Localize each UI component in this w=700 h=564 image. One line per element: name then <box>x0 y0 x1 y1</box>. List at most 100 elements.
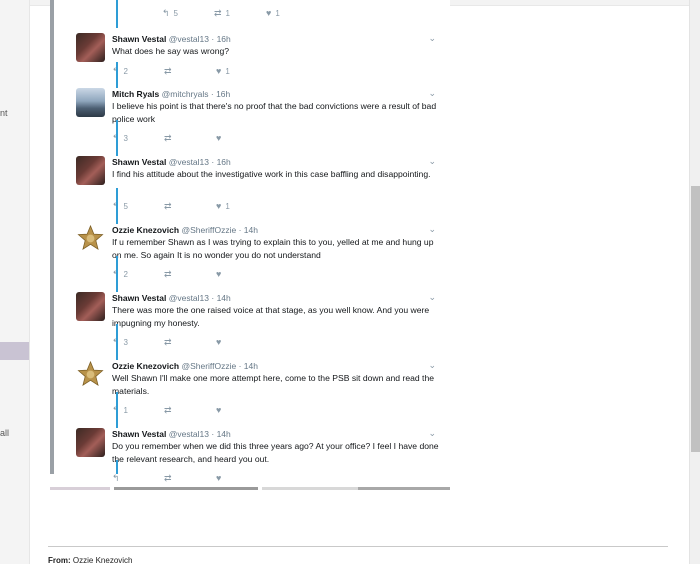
reply-icon: ↰ <box>112 473 120 483</box>
heart-icon: ♥ <box>216 473 222 483</box>
sheriff-star-avatar[interactable] <box>76 360 105 389</box>
tweet[interactable]: Shawn Vestal @vestal13 · 14h ⌄ Do you re… <box>76 428 439 489</box>
tweet-time[interactable]: · 14h <box>211 293 230 303</box>
shawn-avatar[interactable] <box>76 156 105 185</box>
shawn-avatar[interactable] <box>76 33 105 62</box>
author-name[interactable]: Ozzie Knezovich <box>112 225 179 235</box>
like-button[interactable]: ♥ <box>216 405 225 415</box>
tweet[interactable]: Mitch Ryals @mitchryals · 16h ⌄ I believ… <box>76 88 436 154</box>
retweet-icon: ⇄ <box>164 133 172 143</box>
tweet-text: There was more the one raised voice at t… <box>112 305 430 328</box>
chevron-down-icon[interactable]: ⌄ <box>428 224 436 235</box>
retweet-icon: ⇄ <box>164 201 172 211</box>
tweet-header: Shawn Vestal @vestal13 · 16h <box>112 157 231 167</box>
retweet-icon: ⇄ <box>164 473 172 483</box>
tweet-time[interactable]: · 16h <box>211 89 230 99</box>
thread-connector <box>116 120 118 156</box>
chevron-down-icon[interactable]: ⌄ <box>428 156 436 167</box>
like-button[interactable]: ♥ <box>216 269 225 279</box>
tweet-time[interactable]: · 14h <box>211 429 230 439</box>
author-name[interactable]: Shawn Vestal <box>112 293 166 303</box>
author-handle[interactable]: @mitchryals <box>162 89 209 99</box>
retweet-button[interactable]: ⇄ 1 <box>214 8 230 19</box>
sidebar-highlight[interactable] <box>0 342 29 360</box>
reply-button[interactable]: ↰5 <box>162 8 178 19</box>
sheriff-star-avatar[interactable] <box>76 224 105 253</box>
like-button[interactable]: ♥ <box>216 337 225 347</box>
tweet[interactable]: Shawn Vestal @vestal13 · 16h ⌄ What does… <box>76 33 436 91</box>
shawn-avatar[interactable] <box>76 292 105 321</box>
mitch-avatar[interactable] <box>76 88 105 117</box>
author-handle[interactable]: @vestal13 <box>169 157 209 167</box>
heart-icon: ♥ <box>216 133 222 143</box>
tweet[interactable]: Shawn Vestal @vestal13 · 14h ⌄ There was… <box>76 292 436 354</box>
retweet-button[interactable]: ⇄ <box>164 201 176 212</box>
scrollbar-thumb[interactable] <box>691 186 700 452</box>
author-handle[interactable]: @SheriffOzzie <box>181 225 236 235</box>
author-handle[interactable]: @SheriffOzzie <box>181 361 236 371</box>
heart-icon: ♥ <box>216 66 222 76</box>
reply-button[interactable]: ↰1 <box>112 405 128 416</box>
reply-button[interactable]: ↰3 <box>112 337 128 348</box>
thread-left-bar <box>50 0 54 474</box>
retweet-button[interactable]: ⇄ <box>164 405 176 416</box>
email-from-line: From: Ozzie Knezovich <box>48 556 133 564</box>
left-sidebar: nt all <box>0 0 30 564</box>
retweet-icon: ⇄ <box>164 405 172 415</box>
tweet-header: Shawn Vestal @vestal13 · 16h <box>112 34 231 44</box>
author-name[interactable]: Mitch Ryals <box>112 89 159 99</box>
chevron-down-icon[interactable]: ⌄ <box>428 360 436 371</box>
thread-connector <box>116 460 118 474</box>
thread-bottom-edge <box>50 487 450 490</box>
author-handle[interactable]: @vestal13 <box>169 429 209 439</box>
tweet-text: Well Shawn I'll make one more attempt he… <box>112 373 435 396</box>
reply-button[interactable]: ↰ <box>112 473 124 484</box>
like-button[interactable]: ♥ 1 <box>216 201 230 211</box>
tweet-time[interactable]: · 16h <box>211 34 230 44</box>
reply-button[interactable]: ↰3 <box>112 133 128 144</box>
retweet-button[interactable]: ⇄ <box>164 269 176 280</box>
heart-icon: ♥ <box>216 201 222 211</box>
reply-button[interactable]: ↰2 <box>112 66 128 77</box>
retweet-icon: ⇄ <box>214 8 222 18</box>
retweet-button[interactable]: ⇄ <box>164 473 176 484</box>
tweet-header: Mitch Ryals @mitchryals · 16h <box>112 89 230 99</box>
tweet-header: Shawn Vestal @vestal13 · 14h <box>112 429 231 439</box>
author-handle[interactable]: @vestal13 <box>169 293 209 303</box>
like-button[interactable]: ♥ 1 <box>216 66 230 76</box>
vertical-scrollbar[interactable] <box>689 0 700 564</box>
author-name[interactable]: Shawn Vestal <box>112 34 166 44</box>
reply-button[interactable]: ↰5 <box>112 201 128 212</box>
reply-button[interactable]: ↰2 <box>112 269 128 280</box>
thread-connector <box>116 62 118 88</box>
tweet[interactable]: Ozzie Knezovich @SheriffOzzie · 14h ⌄ We… <box>76 360 436 422</box>
tweet-header: Shawn Vestal @vestal13 · 14h <box>112 293 231 303</box>
tweet[interactable]: Shawn Vestal @vestal13 · 16h ⌄ I find hi… <box>76 156 436 218</box>
like-button[interactable]: ♥ <box>216 473 225 483</box>
author-name[interactable]: Shawn Vestal <box>112 429 166 439</box>
tweet-text: What does he say was wrong? <box>112 46 230 56</box>
like-button[interactable]: ♥ <box>216 133 225 143</box>
author-handle[interactable]: @vestal13 <box>169 34 209 44</box>
retweet-button[interactable]: ⇄ <box>164 133 176 144</box>
tweet-time[interactable]: · 14h <box>239 361 258 371</box>
like-button[interactable]: ♥ 1 <box>266 8 280 18</box>
retweet-icon: ⇄ <box>164 269 172 279</box>
sidebar-fragment: nt <box>0 108 8 118</box>
author-name[interactable]: Shawn Vestal <box>112 157 166 167</box>
tweet-time[interactable]: · 14h <box>239 225 258 235</box>
email-from-value[interactable]: Ozzie Knezovich <box>73 556 133 564</box>
shawn-avatar[interactable] <box>76 428 105 457</box>
tweet-header: Ozzie Knezovich @SheriffOzzie · 14h <box>112 225 258 235</box>
chevron-down-icon[interactable]: ⌄ <box>428 88 436 99</box>
author-name[interactable]: Ozzie Knezovich <box>112 361 179 371</box>
chevron-down-icon[interactable]: ⌄ <box>428 292 436 303</box>
retweet-icon: ⇄ <box>164 337 172 347</box>
tweet-header: Ozzie Knezovich @SheriffOzzie · 14h <box>112 361 258 371</box>
retweet-button[interactable]: ⇄ <box>164 66 176 77</box>
chevron-down-icon[interactable]: ⌄ <box>428 428 436 439</box>
retweet-button[interactable]: ⇄ <box>164 337 176 348</box>
tweet-time[interactable]: · 16h <box>211 157 230 167</box>
chevron-down-icon[interactable]: ⌄ <box>428 33 436 44</box>
tweet[interactable]: Ozzie Knezovich @SheriffOzzie · 14h ⌄ If… <box>76 224 436 286</box>
